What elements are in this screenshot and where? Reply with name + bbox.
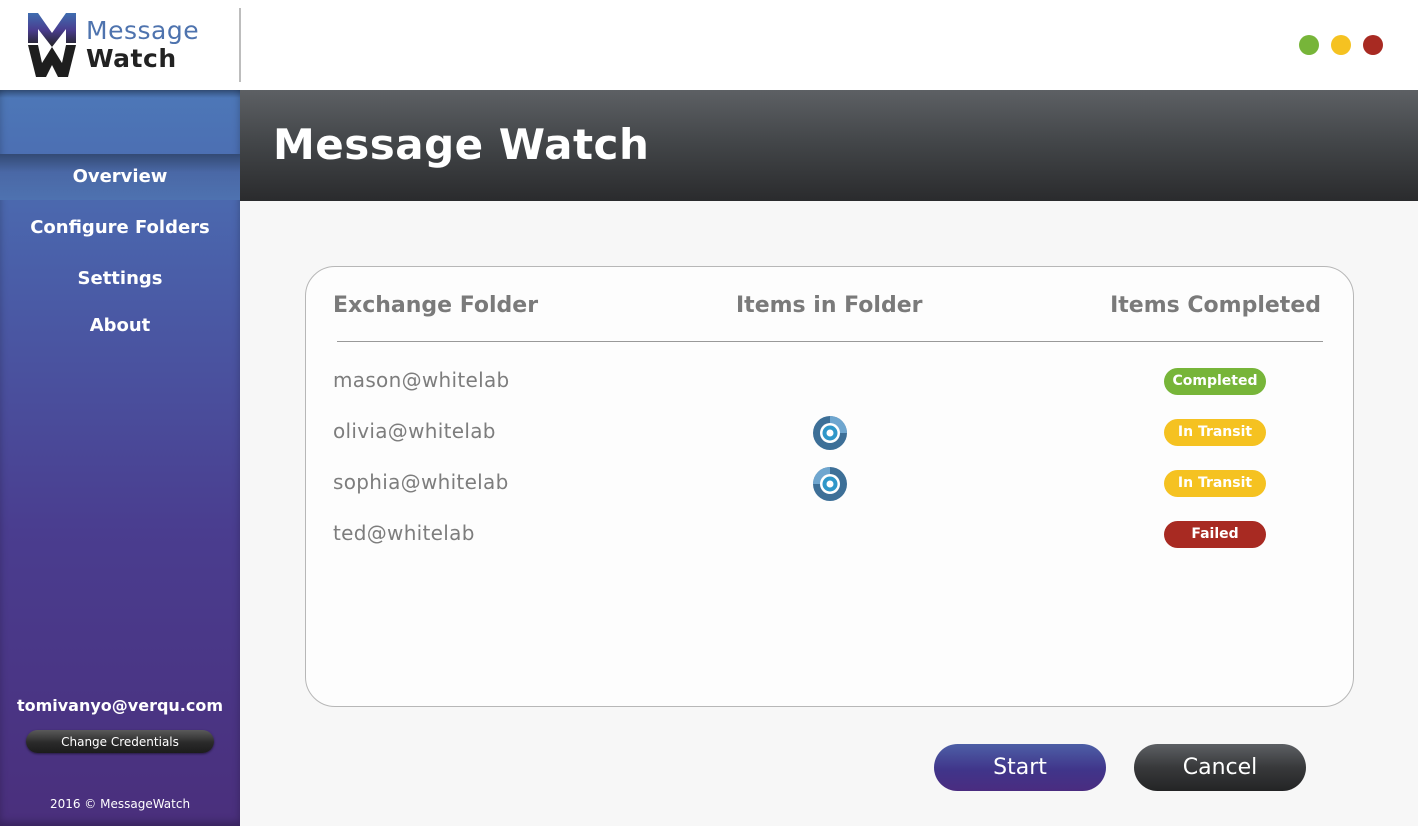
logo-text-watch: Watch: [86, 44, 177, 73]
sidebar-item-overview[interactable]: Overview: [0, 154, 240, 200]
app-logo: Message Watch: [28, 13, 228, 79]
sidebar-nav: Overview Configure Folders Settings Abou…: [0, 154, 240, 350]
logo-mark-icon: [28, 13, 76, 77]
top-bar: Message Watch: [0, 0, 1418, 90]
status-badge: In Transit: [1164, 419, 1266, 446]
loading-spinner-icon: [813, 467, 847, 501]
column-header-items-completed: Items Completed: [1110, 293, 1321, 318]
window-controls: [1299, 35, 1383, 55]
table-row[interactable]: sophia@whitelab In Transit: [306, 464, 1353, 504]
folder-name: sophia@whitelab: [333, 470, 509, 494]
status-badge: Failed: [1164, 521, 1266, 548]
sidebar-item-configure-folders[interactable]: Configure Folders: [0, 200, 240, 256]
status-badge: In Transit: [1164, 470, 1266, 497]
status-badge: Completed: [1164, 368, 1266, 395]
change-credentials-button[interactable]: Change Credentials: [26, 730, 214, 753]
folders-table: Exchange Folder Items in Folder Items Co…: [305, 266, 1354, 707]
loading-spinner-icon: [813, 416, 847, 450]
start-button[interactable]: Start: [934, 744, 1106, 791]
folder-name: olivia@whitelab: [333, 419, 496, 443]
maximize-button[interactable]: [1299, 35, 1319, 55]
user-email: tomivanyo@verqu.com: [16, 696, 224, 715]
close-button[interactable]: [1363, 35, 1383, 55]
header-divider: [337, 341, 1323, 342]
minimize-button[interactable]: [1331, 35, 1351, 55]
folder-name: mason@whitelab: [333, 368, 510, 392]
copyright-footer: 2016 © MessageWatch: [49, 797, 191, 811]
table-row[interactable]: mason@whitelab Completed: [306, 362, 1353, 402]
column-header-exchange-folder: Exchange Folder: [333, 293, 539, 318]
logo-divider: [239, 8, 241, 82]
sidebar: Overview Configure Folders Settings Abou…: [0, 90, 240, 826]
cancel-button[interactable]: Cancel: [1134, 744, 1306, 791]
logo-text-message: Message: [86, 16, 200, 45]
sidebar-item-settings[interactable]: Settings: [0, 256, 240, 302]
folder-name: ted@whitelab: [333, 521, 475, 545]
page-title: Message Watch: [273, 120, 650, 169]
table-row[interactable]: ted@whitelab Failed: [306, 515, 1353, 555]
sidebar-item-about[interactable]: About: [0, 302, 240, 350]
page-header: Message Watch: [240, 90, 1418, 201]
table-row[interactable]: olivia@whitelab In Transit: [306, 413, 1353, 453]
column-header-items-in-folder: Items in Folder: [736, 293, 923, 318]
